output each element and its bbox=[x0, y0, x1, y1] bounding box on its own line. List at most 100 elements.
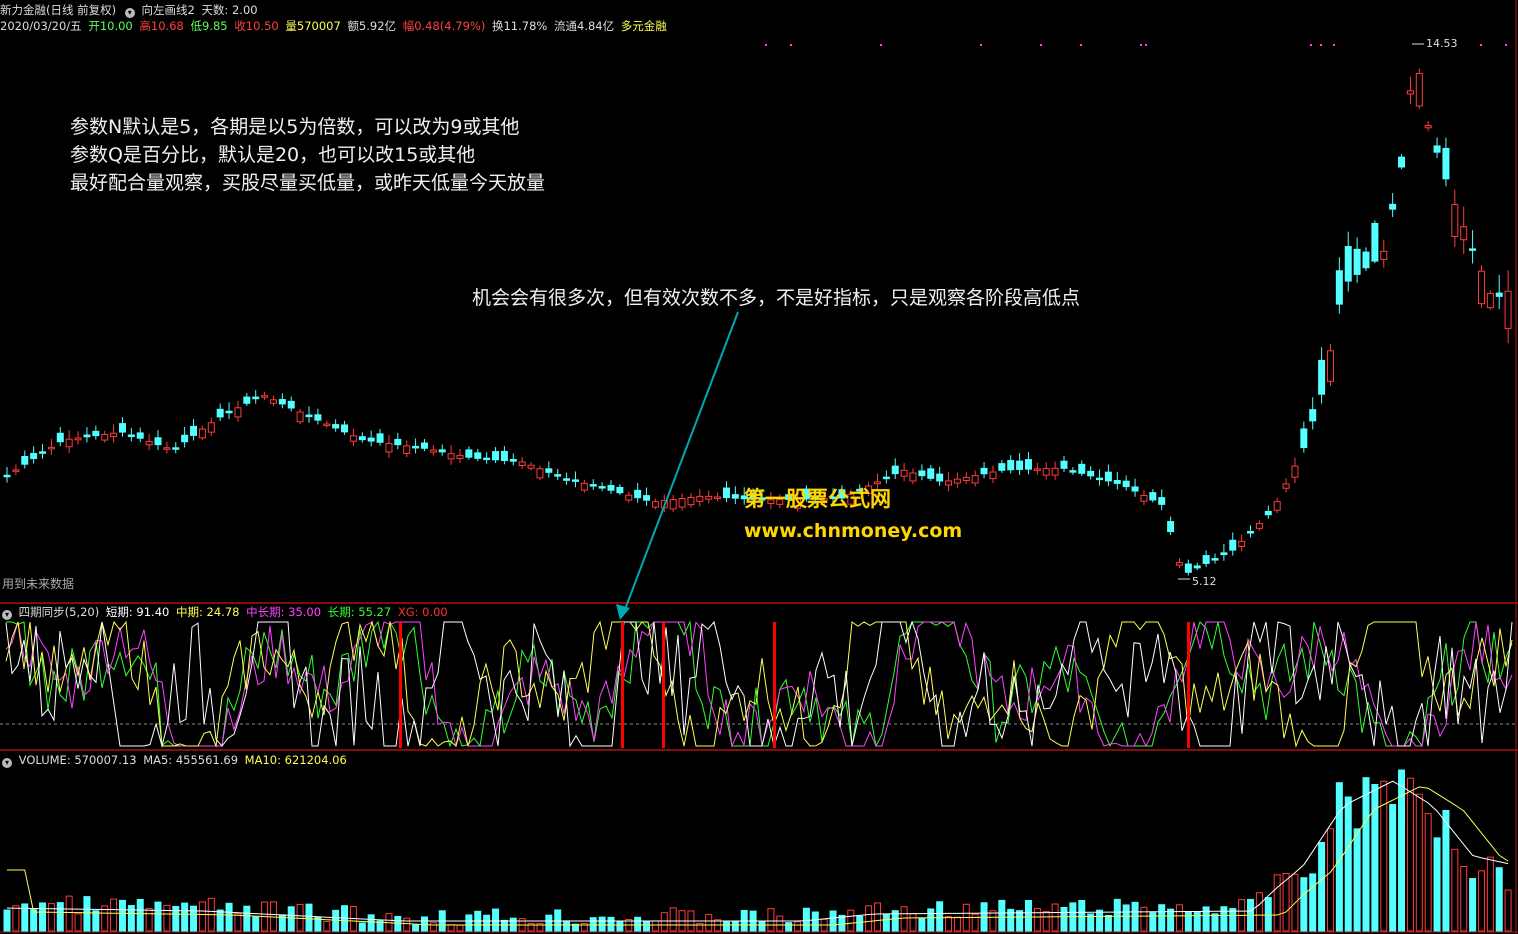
candle-body bbox=[509, 458, 517, 462]
volume-bar bbox=[856, 915, 864, 932]
volume-bar bbox=[136, 898, 144, 932]
candle-body bbox=[243, 396, 251, 404]
volume-bar bbox=[74, 913, 82, 932]
candle-body bbox=[900, 469, 908, 477]
volume-bar bbox=[1122, 904, 1130, 932]
candle-body bbox=[101, 433, 109, 441]
volume-bar bbox=[563, 920, 571, 932]
volume-bar bbox=[296, 903, 304, 932]
volume-bar bbox=[1362, 777, 1370, 932]
candle-body bbox=[136, 432, 144, 439]
candle-body bbox=[1060, 460, 1068, 469]
candle-body bbox=[678, 498, 686, 508]
volume-bar bbox=[607, 916, 615, 932]
signal-bar bbox=[773, 622, 776, 748]
quote-sector: 多元金融 bbox=[620, 19, 667, 33]
volume-bar bbox=[1096, 909, 1104, 932]
volume-bar bbox=[154, 901, 162, 932]
candle-body bbox=[696, 495, 704, 502]
candle-body bbox=[651, 501, 659, 508]
candle-body bbox=[953, 478, 961, 484]
candle-body bbox=[483, 457, 491, 461]
candle-body bbox=[1113, 479, 1121, 484]
volume-bar bbox=[616, 920, 624, 932]
candle-body bbox=[190, 425, 198, 436]
volume-bar bbox=[447, 924, 455, 932]
volume-bar bbox=[1309, 873, 1317, 932]
candle-body bbox=[563, 478, 571, 481]
volume-bar bbox=[731, 921, 739, 932]
indicator-name[interactable]: 四期同步(5,20) bbox=[19, 605, 100, 619]
volume-bar bbox=[643, 921, 651, 932]
future-data-note: 用到未来数据 bbox=[2, 577, 75, 591]
quote-open: 开10.00 bbox=[88, 19, 133, 33]
candle-body bbox=[634, 489, 642, 499]
candle-body bbox=[731, 494, 739, 499]
candle-body bbox=[1087, 470, 1095, 477]
volume-bar bbox=[1264, 897, 1272, 932]
volume-dropdown-icon[interactable]: ▾ bbox=[2, 758, 12, 768]
candle-body bbox=[643, 495, 651, 501]
candle-body bbox=[1229, 539, 1237, 551]
note-line-1: 参数N默认是5，各期是以5为倍数，可以改为9或其他 bbox=[70, 116, 520, 138]
volume-bar bbox=[802, 907, 810, 932]
formula-dropdown-icon[interactable]: ▾ bbox=[124, 8, 135, 18]
volume-bar bbox=[225, 902, 233, 932]
candle-body bbox=[1318, 359, 1326, 395]
volume-bar bbox=[882, 914, 890, 932]
candle-body bbox=[971, 475, 979, 484]
volume-bar bbox=[1149, 912, 1157, 932]
volume-bar bbox=[465, 914, 473, 932]
volume-bar bbox=[65, 895, 73, 932]
candle-body bbox=[145, 440, 153, 446]
annotation-arrowhead bbox=[616, 604, 630, 620]
candle-body bbox=[1371, 222, 1379, 262]
volume-bar bbox=[83, 896, 91, 932]
candle-body bbox=[438, 449, 446, 453]
candle-body bbox=[3, 474, 11, 478]
watermark-site-url: www.chnmoney.com bbox=[744, 520, 963, 542]
candle-body bbox=[216, 408, 224, 418]
signal-dot bbox=[1320, 44, 1322, 46]
candle-body bbox=[1255, 523, 1263, 529]
quote-low: 低9.85 bbox=[190, 19, 228, 33]
volume-bar bbox=[1051, 903, 1059, 932]
volume-bar bbox=[216, 909, 224, 932]
candle-body bbox=[1362, 251, 1370, 269]
candle-body bbox=[1122, 480, 1130, 488]
candle-body bbox=[598, 486, 606, 489]
signal-dot bbox=[980, 44, 982, 46]
candle-body bbox=[252, 396, 260, 400]
volume-bar bbox=[1202, 906, 1210, 932]
signal-bar bbox=[399, 622, 402, 748]
indicator-midlong: 中长期: 35.00 bbox=[246, 605, 322, 619]
candle-body bbox=[1380, 250, 1388, 260]
volume-bar bbox=[1229, 908, 1237, 932]
volume-bar bbox=[234, 913, 242, 932]
formula-name[interactable]: 向左画线2 bbox=[141, 3, 194, 17]
volume-bar bbox=[909, 913, 917, 932]
volume-value: VOLUME: 570007.13 bbox=[18, 753, 137, 767]
candle-body bbox=[1282, 483, 1290, 489]
candle-body bbox=[918, 470, 926, 477]
indicator-xg: XG: 0.00 bbox=[397, 605, 448, 619]
volume-bar bbox=[1300, 877, 1308, 932]
stock-name[interactable]: 新力金融(日线 前复权) bbox=[0, 3, 116, 17]
indicator-dropdown-icon[interactable]: ▾ bbox=[2, 610, 12, 620]
volume-bar bbox=[598, 916, 606, 932]
volume-bar bbox=[1495, 867, 1503, 932]
indicator-long: 长期: 55.27 bbox=[327, 605, 392, 619]
candle-body bbox=[1033, 468, 1041, 471]
candle-body bbox=[1158, 497, 1166, 505]
signal-dot bbox=[1140, 44, 1142, 46]
candle-body bbox=[332, 424, 340, 429]
volume-bar bbox=[1424, 813, 1432, 932]
candle-body bbox=[536, 468, 544, 479]
candle-body bbox=[1042, 468, 1050, 476]
candle-body bbox=[616, 486, 624, 494]
volume-bar bbox=[1255, 892, 1263, 932]
candle-body bbox=[296, 411, 304, 423]
candle-body bbox=[545, 468, 553, 473]
candle-body bbox=[1184, 563, 1192, 573]
volume-bar bbox=[412, 924, 420, 932]
